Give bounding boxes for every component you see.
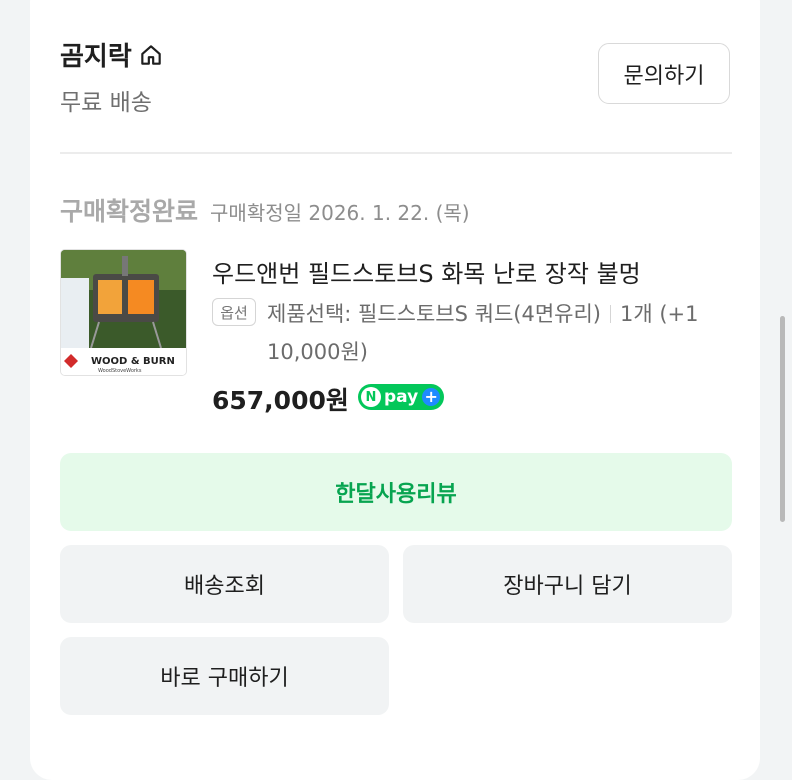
- buy-now-button[interactable]: 바로 구매하기: [60, 637, 389, 715]
- scrollbar[interactable]: [780, 316, 785, 522]
- inquiry-button[interactable]: 문의하기: [598, 43, 730, 104]
- store-header[interactable]: 곰지락: [60, 36, 164, 73]
- thumbnail-brand: WOOD & BURN: [91, 356, 175, 367]
- npay-label: pay: [384, 387, 419, 407]
- option-text: 제품선택: 필드스토브S 쿼드(4면유리): [267, 302, 601, 326]
- product-image: WOOD & BURN WoodStoveWorks: [61, 250, 186, 375]
- option-quantity: 1개 (+1: [619, 302, 699, 326]
- product-thumbnail[interactable]: WOOD & BURN WoodStoveWorks: [60, 249, 187, 376]
- npay-badge: N pay +: [358, 384, 444, 410]
- product-price: 657,000원: [212, 386, 349, 415]
- option-line: 제품선택: 필드스토브S 쿼드(4면유리) 1개 (+1: [267, 298, 699, 328]
- order-status-row: 구매확정완료 구매확정일 2026. 1. 22. (목): [60, 192, 470, 228]
- npay-n-icon: N: [361, 387, 381, 407]
- option-extra: 10,000원): [267, 340, 368, 364]
- confirm-date: 구매확정일 2026. 1. 22. (목): [210, 201, 470, 225]
- store-name[interactable]: 곰지락: [60, 36, 132, 73]
- home-icon: [141, 44, 161, 65]
- divider: [60, 152, 732, 154]
- track-delivery-button[interactable]: 배송조회: [60, 545, 389, 623]
- order-status: 구매확정완료: [60, 197, 199, 226]
- monthly-review-button[interactable]: 한달사용리뷰: [60, 453, 732, 531]
- thumbnail-sub: WoodStoveWorks: [98, 368, 142, 374]
- add-to-cart-button[interactable]: 장바구니 담기: [403, 545, 732, 623]
- npay-plus-icon: +: [422, 388, 441, 406]
- option-separator: [609, 305, 611, 323]
- option-badge: 옵션: [212, 298, 256, 326]
- shipping-info: 무료 배송: [60, 90, 152, 116]
- product-title[interactable]: 우드앤번 필드스토브S 화목 난로 장작 불멍: [212, 254, 641, 289]
